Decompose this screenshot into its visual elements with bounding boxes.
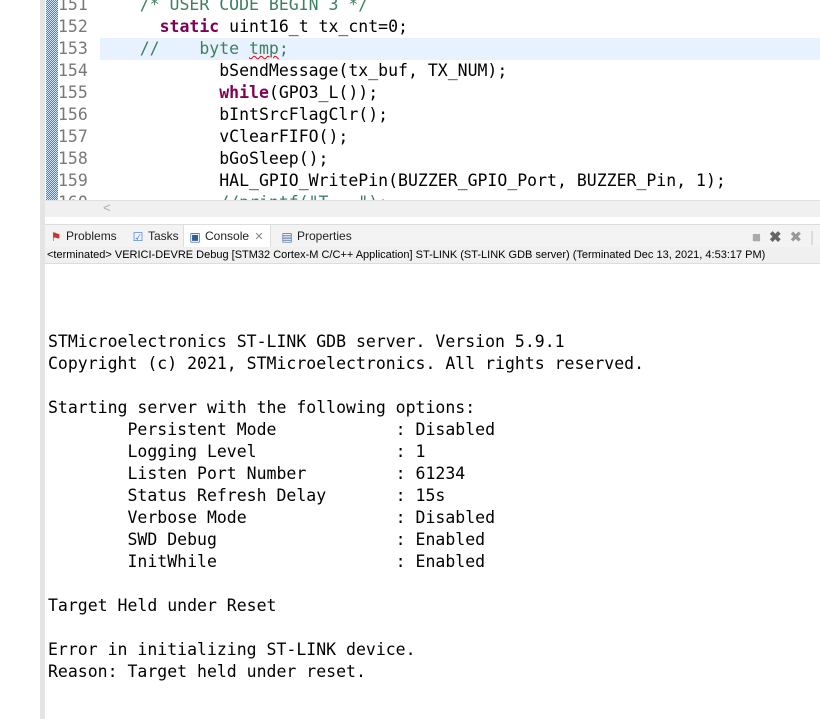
tab-tasks[interactable]: ☑ Tasks	[131, 225, 179, 248]
code-token: ;	[278, 39, 289, 58]
line-number: 157	[58, 127, 88, 146]
code-token: uint16_t tx_cnt=0;	[219, 17, 408, 36]
tasks-icon: ☑	[132, 229, 144, 244]
line-number: 151	[58, 0, 88, 14]
code-token: tmp	[249, 39, 279, 58]
code-token: /* USER CODE BEGIN 3 */	[139, 0, 369, 14]
code-token: static	[159, 17, 220, 36]
console-line: Status Refresh Delay : 15s	[48, 486, 446, 505]
console-line: Error in initializing ST-LINK device.	[48, 640, 416, 659]
code-token: //printf("T...");	[219, 193, 388, 200]
line-number: 152	[58, 17, 88, 36]
code-line[interactable]: bSendMessage(tx_buf, TX_NUM);	[100, 60, 820, 82]
console-line: Verbose Mode : Disabled	[48, 508, 496, 527]
code-line[interactable]: static uint16_t tx_cnt=0;	[100, 16, 820, 38]
console-line: Persistent Mode : Disabled	[48, 420, 496, 439]
properties-icon: ▤	[281, 229, 293, 244]
code-token: (GPO3_L());	[268, 83, 379, 102]
code-token: bIntSrcFlagClr();	[219, 105, 389, 124]
code-token: bGoSleep();	[219, 149, 329, 168]
line-number: 158	[58, 149, 88, 168]
remove-launch-icon[interactable]: ✖	[769, 228, 782, 246]
code-token: HAL_GPIO_WritePin(BUZZER_GPIO_Port, BUZZ…	[219, 171, 726, 190]
console-line: InitWhile : Enabled	[48, 552, 486, 571]
horizontal-scrollbar[interactable]: <	[45, 200, 820, 217]
code-line[interactable]: bIntSrcFlagClr();	[100, 104, 820, 126]
code-token: bSendMessage(tx_buf, TX_NUM);	[219, 61, 508, 80]
change-marker-bar	[46, 0, 58, 200]
code-line[interactable]: vClearFIFO();	[100, 126, 820, 148]
terminate-icon[interactable]: ■	[752, 229, 761, 246]
line-number: 153	[58, 39, 88, 58]
view-tab-bar: ⚑ Problems ☑ Tasks ▣ Console ✕ ▤ Properties ■…	[45, 224, 820, 248]
console-line: SWD Debug : Enabled	[48, 530, 486, 549]
tab-console[interactable]: ▣ Console ✕	[183, 225, 272, 248]
code-token: // byte	[139, 39, 250, 58]
console-line: Target Held under Reset	[48, 596, 277, 615]
code-token: while	[219, 83, 269, 102]
code-line[interactable]: /* USER CODE BEGIN 3 */	[100, 0, 820, 16]
code-line[interactable]: //printf("T...");	[100, 192, 820, 200]
console-line: Reason: Target held under reset.	[48, 662, 366, 681]
console-line: STMicroelectronics ST-LINK GDB server. V…	[48, 332, 565, 351]
code-line[interactable]: // byte tmp;	[100, 38, 820, 60]
scroll-left-icon[interactable]: <	[103, 200, 111, 215]
tab-properties[interactable]: ▤ Properties	[280, 225, 351, 248]
console-line: Copyright (c) 2021, STMicroelectronics. …	[48, 354, 645, 373]
line-number: 155	[58, 83, 88, 102]
line-number: 154	[58, 61, 88, 80]
line-number: 159	[58, 171, 88, 190]
code-line[interactable]: bGoSleep();	[100, 148, 820, 170]
console-line: Listen Port Number : 61234	[48, 464, 466, 483]
code-editor[interactable]: 151 /* USER CODE BEGIN 3 */ 152 static ui…	[45, 0, 820, 200]
problems-icon: ⚑	[50, 229, 62, 244]
console-line: Logging Level : 1	[48, 442, 426, 461]
code-line[interactable]: while(GPO3_L());	[100, 82, 820, 104]
line-number: 156	[58, 105, 88, 124]
toolbar-divider: |	[810, 228, 814, 246]
console-icon: ▣	[189, 229, 201, 244]
console-output[interactable]: STMicroelectronics ST-LINK GDB server. V…	[48, 309, 644, 683]
line-number: 160	[58, 192, 102, 200]
code-token: vClearFIFO();	[219, 127, 349, 146]
console-status: <terminated> VERICI-DEVRE Debug [STM32 C…	[45, 247, 820, 264]
remove-all-terminated-icon[interactable]: ✖	[790, 228, 803, 246]
code-line[interactable]: HAL_GPIO_WritePin(BUZZER_GPIO_Port, BUZZ…	[100, 170, 820, 192]
console-line: Starting server with the following optio…	[48, 398, 476, 417]
close-tab-icon[interactable]: ✕	[252, 230, 266, 244]
tab-problems[interactable]: ⚑ Problems	[49, 225, 117, 248]
